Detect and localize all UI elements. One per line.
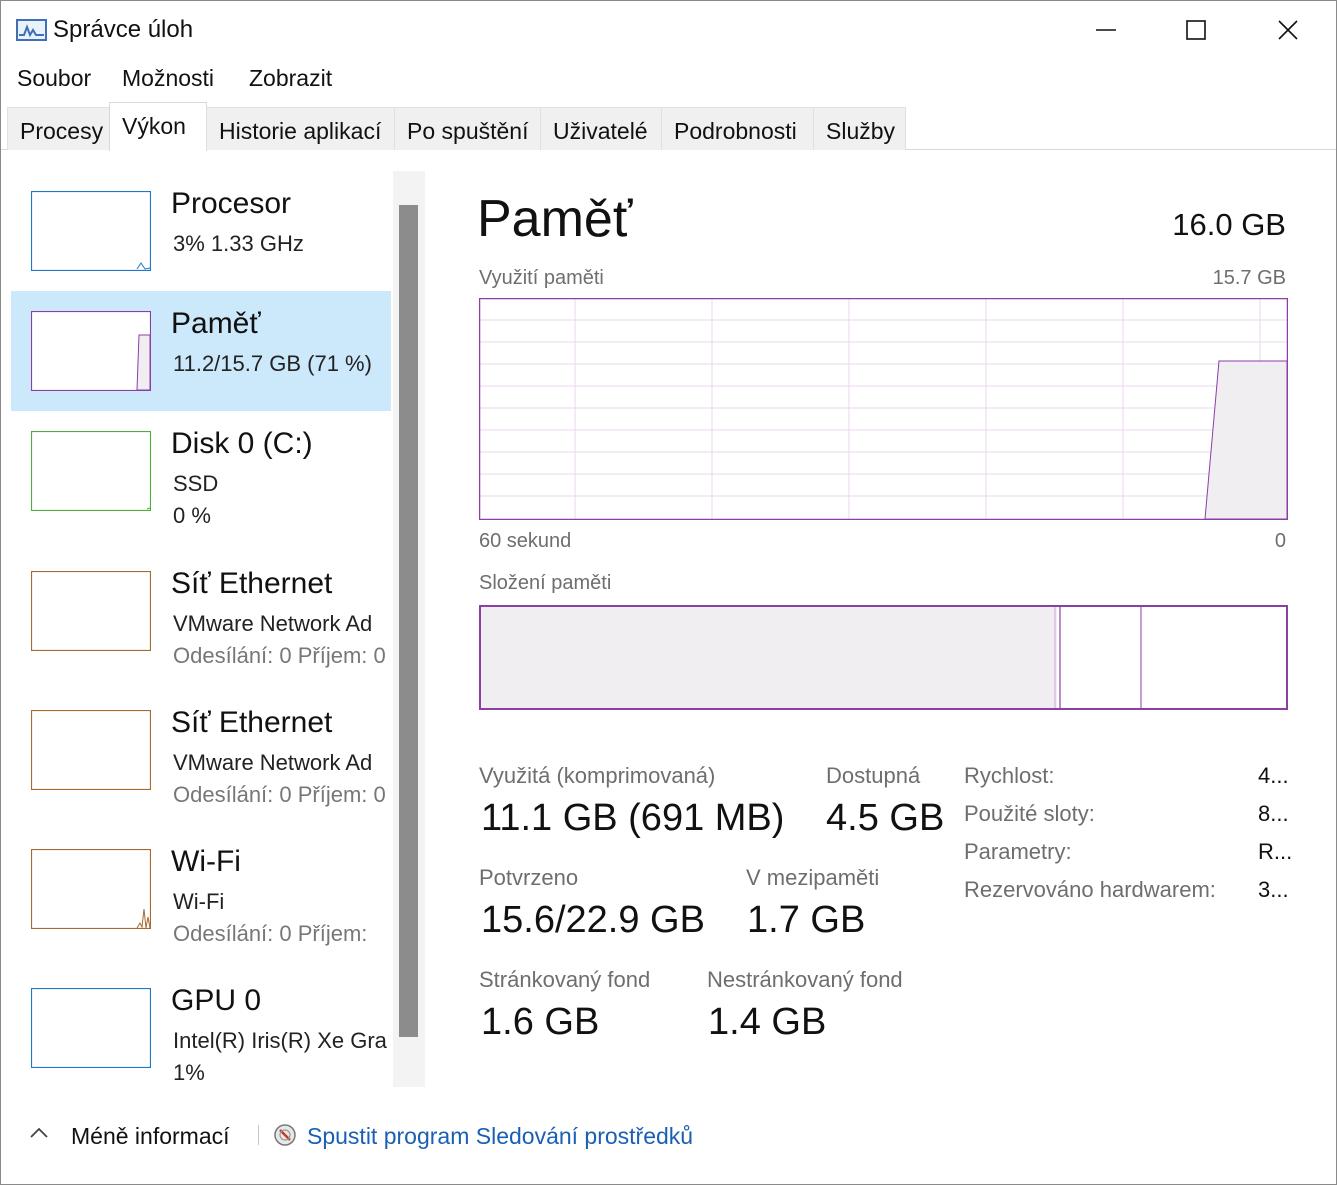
form-factor-value: R... [1258,839,1293,864]
nonpaged-pool-label: Nestránkovaný fond [707,967,903,992]
chevron-up-icon[interactable] [29,1123,49,1148]
usage-graph-max: 15.7 GB [1212,267,1286,289]
slots-label: Použité sloty: [964,801,1095,826]
resource-monitor-icon [273,1123,297,1152]
menu-options[interactable]: Možnosti [122,65,214,92]
memory-usage-graph [478,297,1289,521]
tab-bar: Procesy Výkon Historie aplikací Po spušt… [1,102,1336,151]
page-title: Paměť [477,190,633,248]
composition-label: Složení paměti [479,572,612,594]
cached-label: V mezipaměti [746,865,880,890]
title-bar: Správce úloh [1,1,1336,59]
ethernet-thumbnail-graph [30,570,152,652]
close-icon [1278,20,1298,40]
memory-composition-bar [479,605,1288,710]
sidebar-item-detail: VMware Network Ad [173,750,373,775]
task-manager-app-icon [16,19,47,41]
sidebar-item-name: Disk 0 (C:) [171,427,313,460]
nonpaged-pool-value: 1.4 GB [708,1001,827,1043]
gpu-thumbnail-graph [30,987,152,1069]
tab-users[interactable]: Uživatelé [540,107,662,150]
maximize-button[interactable] [1161,7,1231,53]
sidebar-item-ethernet-1[interactable]: Síť Ethernet VMware Network Ad Odesílání… [11,551,391,671]
available-label: Dostupná [826,763,921,788]
sidebar-item-detail: VMware Network Ad [173,611,373,636]
tab-services[interactable]: Služby [813,107,906,150]
hardware-reserved-label: Rezervováno hardwarem: [964,877,1216,902]
menu-file[interactable]: Soubor [17,65,91,92]
used-value: 11.1 GB (691 MB) [481,797,785,839]
window-title: Správce úloh [53,16,194,43]
memory-thumbnail-graph [30,310,152,392]
fewer-details-button[interactable]: Méně informací [71,1123,230,1150]
sidebar-item-cpu[interactable]: Procesor 3% 1.33 GHz [11,171,391,291]
footer-bar: Méně informací Spustit program Sledování… [1,1111,1336,1165]
open-resource-monitor-link[interactable]: Spustit program Sledování prostředků [307,1123,693,1150]
maximize-icon [1186,20,1206,40]
sidebar-item-usage: 0 % [173,503,211,528]
sidebar-item-name: Síť Ethernet [171,567,333,600]
footer-divider [258,1125,259,1145]
sidebar-scrollbar[interactable] [393,171,425,1087]
cpu-thumbnail-graph [30,190,152,272]
form-factor-label: Parametry: [964,839,1072,864]
sidebar-item-name: Procesor [171,187,292,220]
total-memory: 16.0 GB [1172,207,1286,242]
tab-processes[interactable]: Procesy [7,107,110,150]
disk-thumbnail-graph [30,430,152,512]
sidebar-item-name: GPU 0 [171,984,262,1017]
committed-label: Potvrzeno [479,865,579,890]
sidebar-item-disk[interactable]: Disk 0 (C:) SSD 0 % [11,411,391,531]
graph-axis-right: 0 [1274,530,1286,552]
graph-axis-left: 60 sekund [479,530,572,552]
speed-value: 4... [1258,763,1289,788]
tab-performance[interactable]: Výkon [109,102,207,151]
performance-sidebar: Procesor 3% 1.33 GHz Paměť 11.2/15.7 GB … [9,171,391,1087]
paged-pool-label: Stránkovaný fond [479,967,651,992]
sidebar-item-detail: 11.2/15.7 GB (71 %) [173,351,372,376]
sidebar-item-throughput: Odesílání: 0 Příjem: [173,921,368,946]
used-label: Využitá (komprimovaná) [479,763,716,788]
close-button[interactable] [1253,7,1323,53]
sidebar-item-wifi[interactable]: Wi-Fi Wi-Fi Odesílání: 0 Příjem: [11,829,391,949]
ethernet-thumbnail-graph [30,709,152,791]
task-manager-window: Správce úloh Soubor Možnosti Zobrazit Pr… [0,0,1337,1185]
hardware-reserved-value: 3... [1258,877,1289,902]
sidebar-item-throughput: Odesílání: 0 Příjem: 0 [173,782,386,807]
sidebar-item-ethernet-2[interactable]: Síť Ethernet VMware Network Ad Odesílání… [11,690,391,810]
sidebar-scrollbar-thumb[interactable] [399,205,418,1037]
sidebar-item-throughput: Odesílání: 0 Příjem: 0 [173,643,386,668]
sidebar-item-detail: 3% 1.33 GHz [173,231,304,256]
cached-value: 1.7 GB [747,899,866,941]
slots-value: 8... [1258,801,1289,826]
speed-label: Rychlost: [964,763,1055,788]
sidebar-item-gpu[interactable]: GPU 0 Intel(R) Iris(R) Xe Gra 1% [11,968,391,1087]
wifi-thumbnail-graph [30,848,152,930]
sidebar-item-detail: Wi-Fi [173,889,225,914]
minimize-button[interactable] [1071,7,1141,53]
menu-bar: Soubor Možnosti Zobrazit [1,59,1336,99]
paged-pool-value: 1.6 GB [481,1001,600,1043]
sidebar-item-usage: 1% [173,1060,205,1085]
sidebar-item-detail: Intel(R) Iris(R) Xe Gra [173,1028,387,1053]
sidebar-item-name: Paměť [171,307,261,340]
available-value: 4.5 GB [826,797,945,839]
tab-app-history[interactable]: Historie aplikací [206,107,395,150]
sidebar-item-detail: SSD [173,471,219,496]
tab-details[interactable]: Podrobnosti [661,107,814,150]
usage-graph-label: Využití paměti [479,267,604,289]
sidebar-item-name: Wi-Fi [171,845,241,878]
minimize-icon [1096,29,1116,31]
menu-view[interactable]: Zobrazit [249,65,332,92]
committed-value: 15.6/22.9 GB [481,899,705,941]
sidebar-item-name: Síť Ethernet [171,706,333,739]
tab-startup[interactable]: Po spuštění [394,107,541,150]
sidebar-item-memory[interactable]: Paměť 11.2/15.7 GB (71 %) [11,291,391,411]
